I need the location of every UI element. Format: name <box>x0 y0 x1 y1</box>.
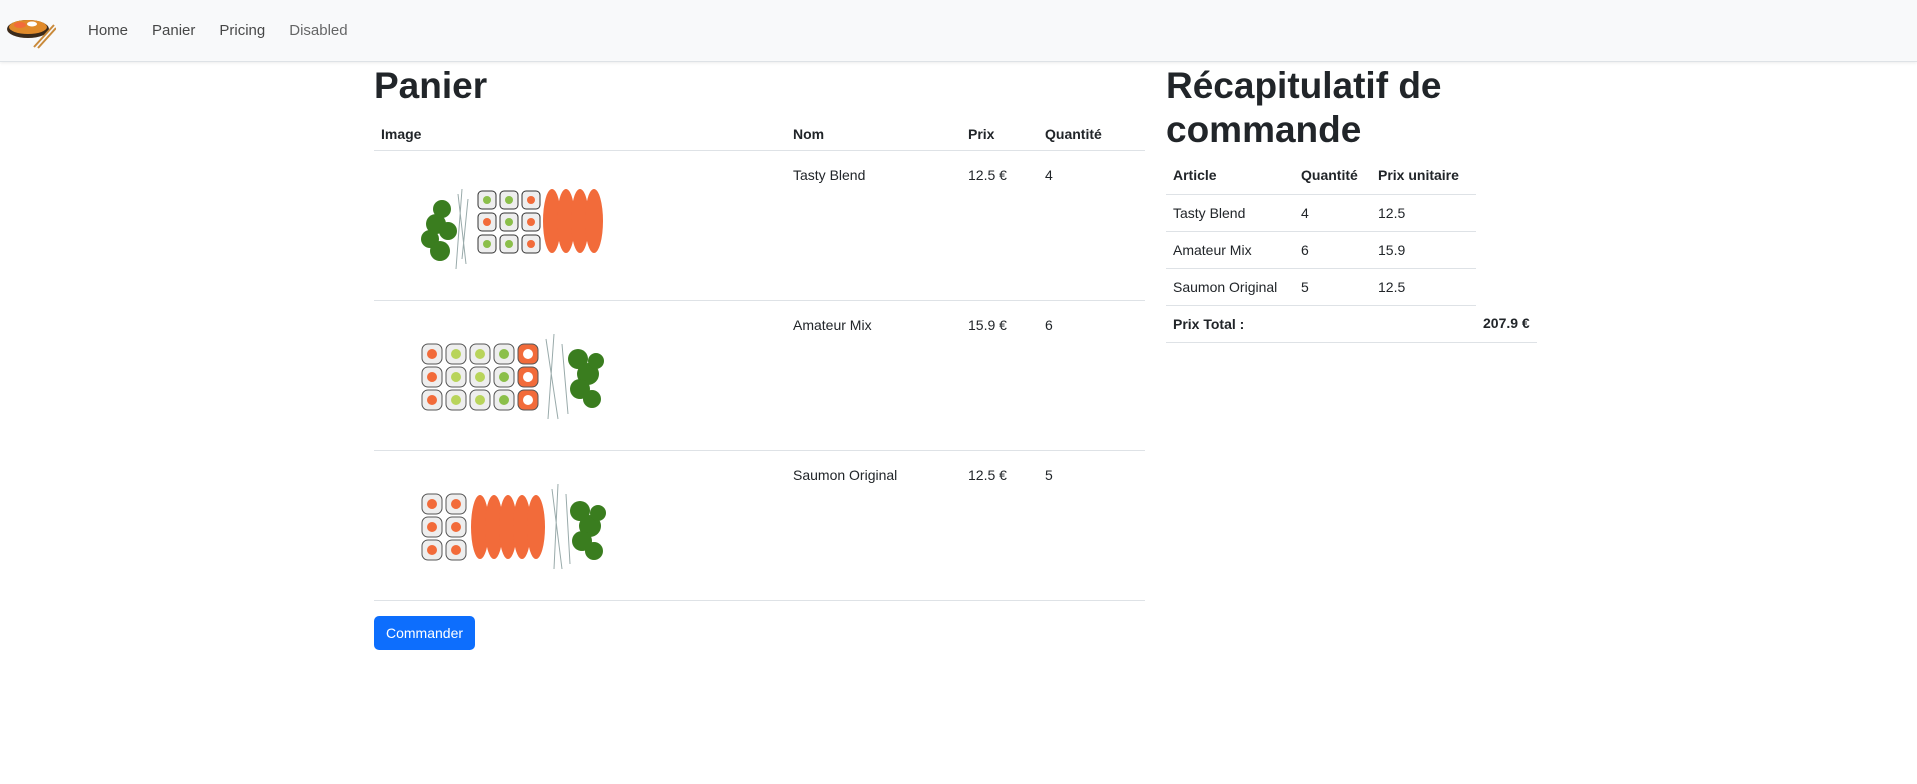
nav-panier-link[interactable]: Panier <box>140 0 207 62</box>
total-value: 207.9 € <box>1476 305 1537 343</box>
product-name: Amateur Mix <box>786 300 961 451</box>
header-prix-unitaire: Prix unitaire <box>1371 157 1476 195</box>
header-empty <box>1476 157 1537 194</box>
cart-header-row: Image Nom Prix Quantité <box>374 118 1145 151</box>
nav-pricing-link[interactable]: Pricing <box>207 0 277 62</box>
recap-article: Amateur Mix <box>1166 231 1294 269</box>
product-image-cell <box>374 450 786 601</box>
recap-article: Tasty Blend <box>1166 194 1294 232</box>
product-quantity: 6 <box>1038 300 1145 451</box>
recap-table: Article Quantité Prix unitaire Tasty Ble… <box>1166 157 1537 343</box>
product-price: 15.9 € <box>961 300 1038 451</box>
recap-header-row: Article Quantité Prix unitaire <box>1166 157 1537 195</box>
recap-title: Récapitulatif de commande <box>1166 65 1442 150</box>
product-price: 12.5 € <box>961 150 1038 301</box>
cart-row: Amateur Mix 15.9 € 6 <box>374 300 1145 451</box>
recap-row: Amateur Mix 6 15.9 <box>1166 231 1537 269</box>
recap-empty-cell <box>1476 268 1537 305</box>
recap-unit-price: 15.9 <box>1371 231 1476 269</box>
recap-unit-price: 12.5 <box>1371 268 1476 306</box>
recap-row: Tasty Blend 4 12.5 <box>1166 194 1537 232</box>
header-prix: Prix <box>961 118 1038 151</box>
cart-row: Tasty Blend 12.5 € 4 <box>374 150 1145 301</box>
recap-empty-cell <box>1476 231 1537 268</box>
total-label: Prix Total : <box>1166 305 1476 343</box>
product-image-cell <box>374 150 786 301</box>
header-article: Article <box>1166 157 1294 195</box>
product-price: 12.5 € <box>961 450 1038 601</box>
header-quantite: Quantité <box>1294 157 1371 195</box>
recap-quantity: 5 <box>1294 268 1371 306</box>
header-quantite: Quantité <box>1038 118 1145 151</box>
product-quantity: 5 <box>1038 450 1145 601</box>
sushi-platter-amateur-mix-icon <box>421 333 604 419</box>
recap-unit-price: 12.5 <box>1371 194 1476 232</box>
total-row: Prix Total : 207.9 € <box>1166 305 1537 343</box>
recap-row: Saumon Original 5 12.5 <box>1166 268 1537 306</box>
cart-title: Panier <box>374 65 488 106</box>
cart-table: Image Nom Prix Quantité Tasty Blend 12.5… <box>374 118 1145 601</box>
product-name: Saumon Original <box>786 450 961 601</box>
nav-links: Home Panier Pricing Disabled <box>76 0 360 62</box>
header-image: Image <box>374 118 786 151</box>
header-nom: Nom <box>786 118 961 151</box>
recap-quantity: 4 <box>1294 194 1371 232</box>
cart-row: Saumon Original 12.5 € 5 <box>374 450 1145 601</box>
product-name: Tasty Blend <box>786 150 961 301</box>
recap-quantity: 6 <box>1294 231 1371 269</box>
navbar: Home Panier Pricing Disabled <box>0 0 1917 62</box>
nav-disabled-link: Disabled <box>289 22 348 39</box>
sushi-platter-saumon-original-icon <box>421 483 606 569</box>
logo-icon[interactable] <box>6 13 57 49</box>
sushi-platter-tasty-blend-icon <box>421 188 603 269</box>
product-quantity: 4 <box>1038 150 1145 301</box>
commander-button[interactable]: Commander <box>374 616 476 650</box>
recap-article: Saumon Original <box>1166 268 1294 306</box>
product-image-cell <box>374 300 786 451</box>
nav-home-link[interactable]: Home <box>76 0 140 62</box>
recap-empty-cell <box>1476 194 1537 231</box>
